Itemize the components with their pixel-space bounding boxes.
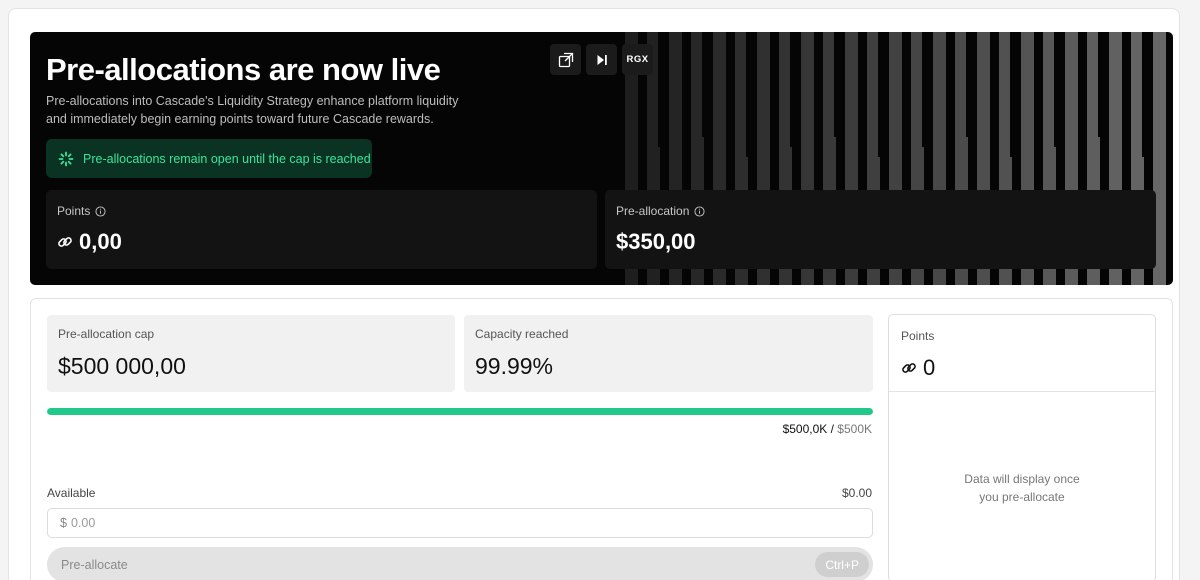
notice-text: Pre-allocations remain open until the ca…	[83, 151, 371, 166]
decor-black-key	[702, 32, 711, 137]
shortcut-badge: Ctrl+P	[815, 552, 869, 577]
capacity-progress-fill	[47, 408, 873, 415]
available-value: $0.00	[841, 486, 872, 500]
points-stat-value: 0,00	[79, 229, 122, 254]
preallocation-stat-card: Pre-allocation $350,00	[605, 190, 1156, 269]
preallocation-stat-label: Pre-allocation	[616, 204, 690, 218]
info-icon[interactable]	[95, 205, 106, 217]
capacity-box: Capacity reached 99.99%	[464, 315, 873, 392]
decor-black-key	[790, 32, 799, 147]
decor-black-key	[1098, 32, 1107, 137]
decor-black-key	[922, 32, 931, 147]
open-external-icon	[558, 52, 573, 67]
side-points-value: 0	[923, 355, 936, 380]
link-icon	[902, 363, 916, 373]
preallocate-card: Pre-allocation cap $500 000,00 Capacity …	[30, 298, 1173, 580]
link-icon	[58, 237, 72, 247]
rgx-label: RGX	[626, 54, 649, 65]
empty-state-message: Data will display once you pre-allocate	[889, 471, 1155, 506]
skip-button[interactable]	[586, 44, 617, 75]
empty-state-line1: Data will display once	[964, 472, 1080, 486]
info-icon[interactable]	[694, 205, 705, 217]
points-stat-label-row: Points	[57, 204, 106, 218]
decor-black-key	[878, 32, 887, 157]
decor-black-key	[834, 32, 843, 137]
amount-field[interactable]: $	[47, 508, 873, 538]
decor-black-key	[1010, 32, 1019, 157]
progress-current: $500,0K	[782, 422, 828, 436]
skip-forward-icon	[597, 54, 607, 65]
capacity-label: Capacity reached	[475, 327, 569, 341]
preallocate-button-label: Pre-allocate	[61, 557, 128, 572]
preallocation-stat-value-row: $350,00	[616, 229, 696, 255]
progress-separator: /	[827, 422, 838, 436]
progress-readout: $500,0K / $500K	[783, 422, 872, 436]
hero-banner: Pre-allocations are now live Pre-allocat…	[30, 32, 1173, 285]
side-points-label: Points	[901, 329, 935, 343]
open-external-button[interactable]	[550, 44, 581, 75]
points-stat-card: Points 0,00	[46, 190, 597, 269]
available-label: Available	[47, 486, 96, 500]
points-side-panel: Points 0 Data will display once you pre-…	[888, 314, 1156, 580]
decor-black-key	[746, 32, 755, 157]
side-divider	[889, 391, 1155, 392]
side-points-value-row: 0	[901, 355, 935, 381]
spinner-icon	[58, 151, 74, 166]
decor-black-key	[658, 32, 667, 147]
decor-black-key	[1142, 32, 1151, 157]
hero-description-line2: and immediately begin earning points tow…	[46, 111, 434, 126]
currency-symbol: $	[60, 516, 67, 530]
rgx-button[interactable]: RGX	[622, 44, 653, 75]
hero-description-line1: Pre-allocations into Cascade's Liquidity…	[46, 94, 459, 108]
decor-black-key	[966, 32, 975, 137]
cap-label: Pre-allocation cap	[58, 327, 155, 341]
amount-input[interactable]	[70, 516, 771, 530]
hero-title: Pre-allocations are now live	[46, 52, 441, 87]
hero-description: Pre-allocations into Cascade's Liquidity…	[46, 93, 486, 128]
cap-box: Pre-allocation cap $500 000,00	[47, 315, 455, 392]
preallocate-button[interactable]: Pre-allocate Ctrl+P	[47, 547, 873, 580]
points-stat-value-row: 0,00	[57, 229, 122, 255]
preallocation-stat-label-row: Pre-allocation	[616, 204, 705, 218]
preallocation-stat-value: $350,00	[616, 229, 696, 254]
capacity-progress-bar	[47, 408, 873, 415]
progress-max: $500K	[837, 422, 872, 436]
page-container: Pre-allocations are now live Pre-allocat…	[8, 8, 1180, 580]
decor-black-key	[1054, 32, 1063, 147]
empty-state-line2: you pre-allocate	[979, 489, 1065, 504]
cap-value: $500 000,00	[58, 353, 186, 379]
open-notice-badge: Pre-allocations remain open until the ca…	[46, 139, 372, 178]
capacity-value: 99.99%	[475, 353, 554, 379]
points-stat-label: Points	[57, 204, 91, 218]
